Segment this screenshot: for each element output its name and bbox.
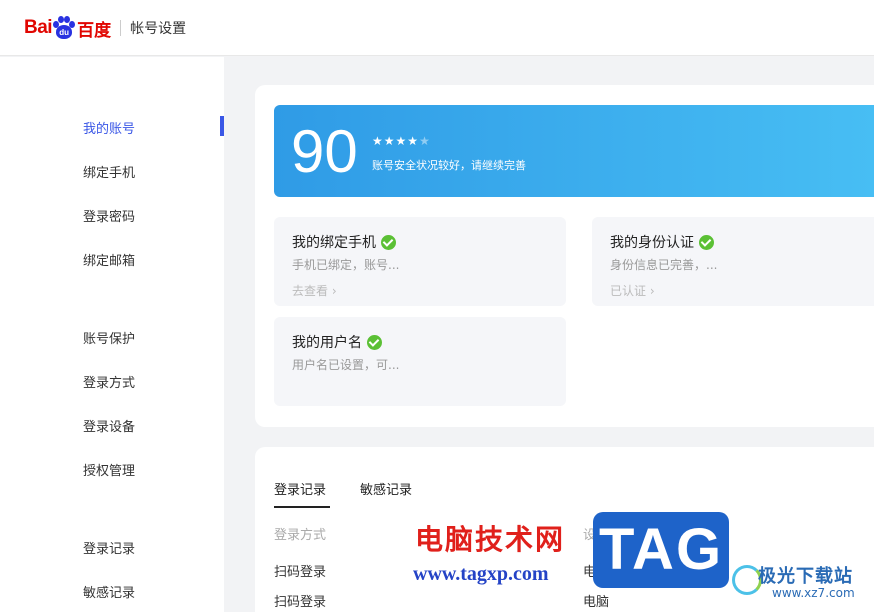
sidebar-item-sensitive-records[interactable]: 敏感记录	[83, 582, 135, 601]
card-username[interactable]: 我的用户名 用户名已设置，可...	[274, 317, 566, 406]
logo-latin-text: Bai	[24, 17, 53, 38]
tab-sensitive-records[interactable]: 敏感记录	[360, 479, 412, 498]
card-title-text: 我的身份认证	[610, 235, 694, 251]
check-icon	[381, 234, 396, 250]
watermark-url: www.tagxp.com	[413, 563, 549, 585]
security-score-banner: 90 ★ ★ ★ ★ ★ 账号安全状况较好，请继续完善	[274, 105, 874, 197]
sidebar-item-login-records[interactable]: 登录记录	[83, 538, 135, 557]
logo-chinese-text: 百度	[77, 20, 112, 41]
star-empty-icon: ★	[419, 134, 430, 148]
top-bar: Bai du 百度 帐号设置	[0, 0, 874, 56]
table-cell-method: 扫码登录	[274, 565, 327, 580]
sidebar-item-bind-phone[interactable]: 绑定手机	[83, 162, 135, 181]
security-overview-card: 90 ★ ★ ★ ★ ★ 账号安全状况较好，请继续完善 我的绑定手机 手机已绑定…	[255, 85, 874, 427]
tab-login-records[interactable]: 登录记录	[274, 479, 326, 498]
page-title: 帐号设置	[130, 21, 187, 37]
security-score: 90	[291, 118, 358, 185]
baidu-logo[interactable]: Bai du 百度 帐号设置	[24, 10, 186, 46]
sidebar-item-login-devices[interactable]: 登录设备	[83, 416, 135, 435]
sidebar-item-login-password[interactable]: 登录密码	[83, 206, 135, 225]
sidebar-active-indicator	[220, 116, 224, 136]
card-title: 我的用户名	[292, 332, 382, 352]
card-description: 用户名已设置，可...	[292, 358, 400, 372]
verified-link[interactable]: 已认证 ›	[610, 282, 655, 299]
star-icon: ★	[372, 134, 383, 148]
paw-icon: du	[53, 16, 76, 40]
view-link[interactable]: 去查看 ›	[292, 282, 337, 299]
security-stars: ★ ★ ★ ★ ★	[372, 134, 430, 148]
active-tab-underline	[274, 506, 330, 508]
card-title-text: 我的绑定手机	[292, 235, 376, 251]
sidebar: 我的账号 绑定手机 登录密码 绑定邮箱 账号保护 登录方式 登录设备 授权管理 …	[0, 57, 224, 612]
star-icon: ★	[407, 134, 419, 148]
card-description: 手机已绑定，账号...	[292, 258, 400, 272]
table-cell-device: 电脑	[583, 595, 610, 610]
watermark-tag-logo: TAG	[593, 512, 729, 588]
sidebar-item-login-method[interactable]: 登录方式	[83, 372, 135, 391]
sidebar-item-account-protection[interactable]: 账号保护	[83, 328, 135, 347]
table-cell-method: 扫码登录	[274, 595, 327, 610]
column-header-method: 登录方式	[274, 528, 327, 543]
sidebar-item-authorization[interactable]: 授权管理	[83, 460, 135, 479]
card-title-text: 我的用户名	[292, 335, 362, 351]
watermark-brand-url: www.xz7.com	[772, 586, 855, 600]
card-title: 我的绑定手机	[292, 232, 396, 252]
card-identity-verification[interactable]: 我的身份认证 身份信息已完善，... 已认证 ›	[592, 217, 874, 306]
logo-divider	[120, 20, 122, 36]
security-message: 账号安全状况较好，请继续完善	[372, 159, 526, 172]
logo-paw-text: du	[56, 25, 73, 39]
card-title: 我的身份认证	[610, 232, 714, 252]
watermark-title: 电脑技术网	[415, 523, 566, 556]
watermark-brand: 极光下载站 www.xz7.com	[732, 562, 862, 606]
check-icon	[367, 334, 382, 350]
card-description: 身份信息已完善，...	[610, 258, 718, 272]
star-icon: ★	[395, 134, 407, 148]
check-icon	[699, 234, 714, 250]
watermark-brand-name: 极光下载站	[758, 566, 853, 587]
sidebar-item-my-account[interactable]: 我的账号	[83, 118, 135, 137]
card-bound-phone[interactable]: 我的绑定手机 手机已绑定，账号... 去查看 ›	[274, 217, 566, 306]
sidebar-item-bind-email[interactable]: 绑定邮箱	[83, 250, 135, 269]
star-icon: ★	[383, 134, 395, 148]
